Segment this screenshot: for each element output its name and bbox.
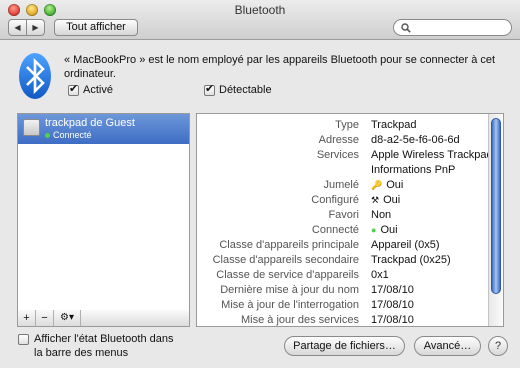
scrollbar-thumb[interactable] [491, 118, 501, 294]
gear-menu-button[interactable]: ⚙▾ [54, 310, 81, 326]
property-row: Adresse d8-a2-5e-f6-06-6d [197, 133, 489, 148]
property-key: Mise à jour de l'interrogation [221, 299, 359, 311]
property-row: Services Apple Wireless Trackpad [197, 148, 493, 163]
show-status-checkbox[interactable]: Afficher l'état Bluetooth dans la barre … [18, 332, 174, 360]
discoverable-label: Détectable [219, 84, 272, 96]
file-sharing-button[interactable]: Partage de fichiers… [284, 336, 405, 356]
search-input[interactable] [393, 19, 512, 36]
property-value-text: Non [371, 209, 392, 221]
key-icon: 🔑 [371, 180, 383, 190]
back-forward-control: ◀ ▶ [8, 19, 45, 36]
remove-device-button[interactable]: − [36, 310, 54, 326]
property-key: Adresse [318, 134, 359, 146]
device-status: Connecté [45, 130, 92, 140]
device-row-trackpad[interactable]: trackpad de Guest Connecté [18, 114, 189, 144]
active-label: Activé [83, 84, 113, 96]
active-checkbox[interactable]: Activé [68, 82, 113, 96]
property-value: Trackpad [371, 118, 416, 133]
discoverable-checkbox-box[interactable] [204, 82, 215, 96]
property-row: Classe de service d'appareils 0x1 [197, 268, 489, 283]
show-status-label: Afficher l'état Bluetooth dans la barre … [34, 332, 174, 360]
property-value: Non [371, 208, 391, 223]
property-row: Informations PnP [197, 163, 489, 178]
property-key: Classe d'appareils principale [219, 239, 359, 251]
property-value-text: 17/08/10 [371, 284, 414, 296]
help-button[interactable]: ? [488, 336, 508, 356]
property-key: Services [316, 149, 359, 161]
property-row: Connecté ● Oui [197, 223, 489, 238]
property-value-text: d8-a2-5e-f6-06-6d [371, 134, 460, 146]
details-scrollbar[interactable] [488, 114, 503, 326]
device-list[interactable]: trackpad de Guest Connecté [17, 113, 190, 311]
property-key: Classe de service d'appareils [216, 269, 359, 281]
property-value-text: Trackpad (0x25) [371, 254, 451, 266]
window-titlebar: Bluetooth ◀ ▶ Tout afficher [0, 0, 520, 40]
property-row: Classe d'appareils principale Appareil (0… [197, 238, 489, 253]
property-value: Apple Wireless Trackpad [371, 148, 493, 163]
property-value: Trackpad (0x25) [371, 253, 451, 268]
back-icon[interactable]: ◀ [9, 20, 26, 35]
property-row: Classe d'appareils secondaire Trackpad (0… [197, 253, 489, 268]
property-key: Favori [328, 209, 359, 221]
property-value-text: 17/08/10 [371, 314, 414, 326]
bluetooth-logo-icon [19, 53, 51, 99]
property-value-text: Oui [383, 194, 401, 206]
show-status-line-2: la barre des menus [34, 347, 129, 359]
property-value: d8-a2-5e-f6-06-6d [371, 133, 460, 148]
trackpad-device-icon [23, 119, 40, 136]
discoverable-checkbox[interactable]: Détectable [204, 82, 272, 96]
property-value-text: 17/08/10 [371, 299, 414, 311]
property-row: Favori Non [197, 208, 489, 223]
property-key: Configuré [311, 194, 359, 206]
device-status-label: Connecté [53, 130, 92, 140]
property-value-text: Oui [380, 224, 398, 236]
connected-status-icon [45, 132, 50, 138]
property-value: 17/08/10 [371, 283, 414, 298]
property-row: Mise à jour de l'interrogation 17/08/10 [197, 298, 489, 313]
property-value: 17/08/10 [371, 313, 414, 326]
property-value: 🔑 Oui [371, 178, 403, 193]
property-row: Jumelé 🔑 Oui [197, 178, 489, 193]
property-key: Type [335, 119, 359, 131]
property-value: ⚒ Oui [371, 193, 400, 208]
property-key: Dernière mise à jour du nom [220, 284, 359, 296]
property-key: Jumelé [323, 179, 359, 191]
property-value: Informations PnP [371, 163, 455, 178]
property-row: Dernière mise à jour du nom 17/08/10 [197, 283, 489, 298]
show-status-line-1: Afficher l'état Bluetooth dans [34, 333, 174, 345]
property-key: Mise à jour des services [241, 314, 359, 326]
add-device-button[interactable]: + [18, 310, 36, 326]
search-icon [401, 23, 411, 33]
device-list-toolbar: + − ⚙▾ [17, 310, 190, 327]
advanced-button[interactable]: Avancé… [414, 336, 481, 356]
property-value-text: Appareil (0x5) [371, 239, 440, 251]
device-properties: Type Trackpad Adresse d8-a2-5e-f6-06-6d Serv… [197, 118, 493, 326]
device-details-panel: Type Trackpad Adresse d8-a2-5e-f6-06-6d Serv… [196, 113, 504, 327]
property-row: Configuré ⚒ Oui [197, 193, 489, 208]
property-value-text: Informations PnP [371, 164, 456, 176]
property-value: ● Oui [371, 223, 398, 238]
property-key: Connecté [311, 224, 359, 236]
bluetooth-name-info: « MacBookPro » est le nom employé par le… [64, 54, 496, 80]
show-all-button[interactable]: Tout afficher [54, 19, 138, 36]
property-value: Appareil (0x5) [371, 238, 439, 253]
device-name: trackpad de Guest [45, 117, 135, 129]
tools-icon: ⚒ [371, 195, 380, 205]
show-status-checkbox-box[interactable] [18, 334, 29, 345]
property-value-text: Oui [386, 179, 404, 191]
property-value: 0x1 [371, 268, 389, 283]
property-value-text: Apple Wireless Trackpad [371, 149, 493, 161]
property-value-text: Trackpad [371, 119, 417, 131]
property-key: Classe d'appareils secondaire [212, 254, 359, 266]
property-row: Type Trackpad [197, 118, 489, 133]
property-value: 17/08/10 [371, 298, 414, 313]
active-checkbox-box[interactable] [68, 82, 79, 96]
connected-dot-icon: ● [371, 225, 377, 235]
property-value-text: 0x1 [371, 269, 389, 281]
property-row: Mise à jour des services 17/08/10 [197, 313, 489, 326]
window-title: Bluetooth [234, 3, 286, 17]
forward-icon[interactable]: ▶ [26, 20, 44, 35]
